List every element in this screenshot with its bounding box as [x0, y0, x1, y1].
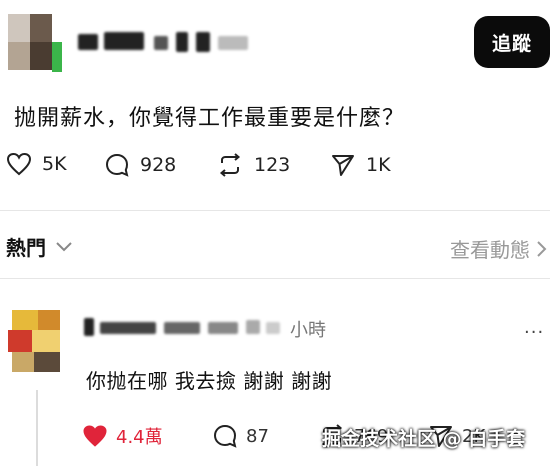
repost-button[interactable]: 123 — [216, 152, 290, 178]
author-avatar[interactable] — [8, 14, 64, 74]
repost-icon — [219, 153, 241, 177]
comment-icon — [213, 424, 237, 448]
heart-icon — [6, 152, 32, 176]
reply-text: 你抛在哪 我去撿 謝謝 謝謝 — [86, 369, 333, 393]
like-button[interactable]: 5K — [6, 152, 67, 176]
comment-icon — [105, 153, 129, 177]
comment-count: 928 — [140, 154, 177, 176]
watermark: 掘金技术社区 @ 白手套 — [322, 428, 526, 450]
replies-sort-dropdown[interactable]: 熱門 — [6, 232, 74, 261]
like-count: 5K — [42, 153, 67, 175]
reply-comment-button[interactable]: 87 — [212, 423, 269, 449]
reply-timestamp: 小時 — [290, 320, 326, 341]
heart-filled-icon — [83, 425, 107, 447]
reply-comment-count: 87 — [246, 425, 269, 447]
comment-button[interactable]: 928 — [104, 152, 176, 178]
share-count: 1K — [366, 154, 391, 176]
divider — [0, 210, 550, 211]
repost-count: 123 — [254, 154, 291, 176]
reply-like-button[interactable]: 4.4萬 — [82, 423, 163, 449]
more-options-icon[interactable]: ··· — [524, 322, 544, 343]
send-icon — [332, 155, 354, 176]
reply-author-redacted[interactable] — [84, 316, 284, 338]
share-button[interactable]: 1K — [330, 152, 391, 178]
post-text: 抛開薪水，你覺得工作最重要是什麼？ — [14, 106, 406, 131]
author-name-redacted[interactable] — [78, 30, 258, 54]
follow-button[interactable]: 追蹤 — [474, 16, 550, 68]
divider — [0, 278, 550, 279]
replies-sort-label: 熱門 — [6, 236, 46, 260]
chevron-down-icon — [56, 241, 72, 251]
view-activity-label: 查看動態 — [450, 238, 530, 262]
reply-like-count: 4.4萬 — [116, 427, 163, 448]
view-activity-link[interactable]: 查看動態 — [450, 234, 548, 263]
chevron-right-icon — [537, 240, 547, 257]
thread-line — [36, 390, 38, 466]
reply-avatar[interactable] — [8, 310, 64, 374]
